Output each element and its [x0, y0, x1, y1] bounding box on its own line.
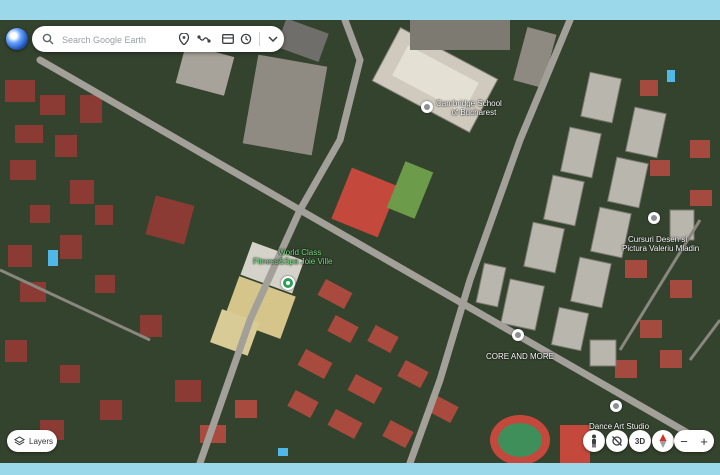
- place-pin-core-and-more[interactable]: [512, 329, 524, 341]
- satellite-map[interactable]: Cambridge School of Bucharest World Clas…: [0, 20, 720, 463]
- place-pin-dance-art[interactable]: [610, 400, 622, 412]
- compass-icon[interactable]: [652, 430, 674, 452]
- search-bar: [32, 26, 284, 54]
- toolbar-divider: [259, 32, 260, 46]
- window-top-frame: [0, 0, 720, 20]
- satellite-imagery: [0, 20, 720, 463]
- window-bottom-frame: [0, 463, 720, 475]
- place-label-line: Cursuri Desen si: [628, 235, 688, 244]
- layers-button[interactable]: Layers: [7, 430, 57, 452]
- chevron-down-icon[interactable]: [266, 32, 280, 46]
- globe-icon[interactable]: [6, 28, 28, 50]
- zoom-control: − +: [674, 430, 714, 452]
- place-label-line: Cambridge School: [436, 99, 502, 108]
- place-label-world-class[interactable]: World Class Fitness&Spa Joie Ville: [253, 248, 332, 266]
- place-pin-world-class[interactable]: [281, 276, 295, 290]
- place-label-line: World Class: [278, 248, 322, 257]
- route-icon[interactable]: [197, 32, 211, 46]
- map-style-icon[interactable]: [221, 32, 235, 46]
- layers-icon: [14, 435, 25, 445]
- place-label-core-and-more[interactable]: CORE AND MORE: [486, 352, 554, 361]
- history-icon[interactable]: [239, 32, 253, 46]
- layers-label: Layers: [29, 436, 54, 446]
- view-3d-label: 3D: [634, 436, 646, 446]
- zoom-in-button[interactable]: +: [700, 434, 708, 449]
- place-label-line: CORE AND MORE: [486, 352, 555, 361]
- place-label-line: Pictura Valeriu Mladin: [622, 244, 700, 253]
- place-label-line: Fitness&Spa Joie Ville: [253, 257, 333, 266]
- place-pin-cambridge[interactable]: [421, 101, 433, 113]
- zoom-out-button[interactable]: −: [680, 434, 688, 449]
- view-3d-button[interactable]: 3D: [629, 430, 651, 452]
- search-icon[interactable]: [42, 33, 54, 45]
- map-window: Cambridge School of Bucharest World Clas…: [0, 0, 720, 475]
- location-off-icon[interactable]: [606, 430, 628, 452]
- place-marker-icon[interactable]: [177, 32, 191, 46]
- place-label-cursuri[interactable]: Cursuri Desen si Pictura Valeriu Mladin: [622, 235, 699, 253]
- place-pin-cursuri[interactable]: [648, 212, 660, 224]
- pegman-icon[interactable]: [583, 430, 605, 452]
- place-label-cambridge[interactable]: Cambridge School of Bucharest: [436, 99, 502, 117]
- place-label-line: of Bucharest: [451, 108, 497, 117]
